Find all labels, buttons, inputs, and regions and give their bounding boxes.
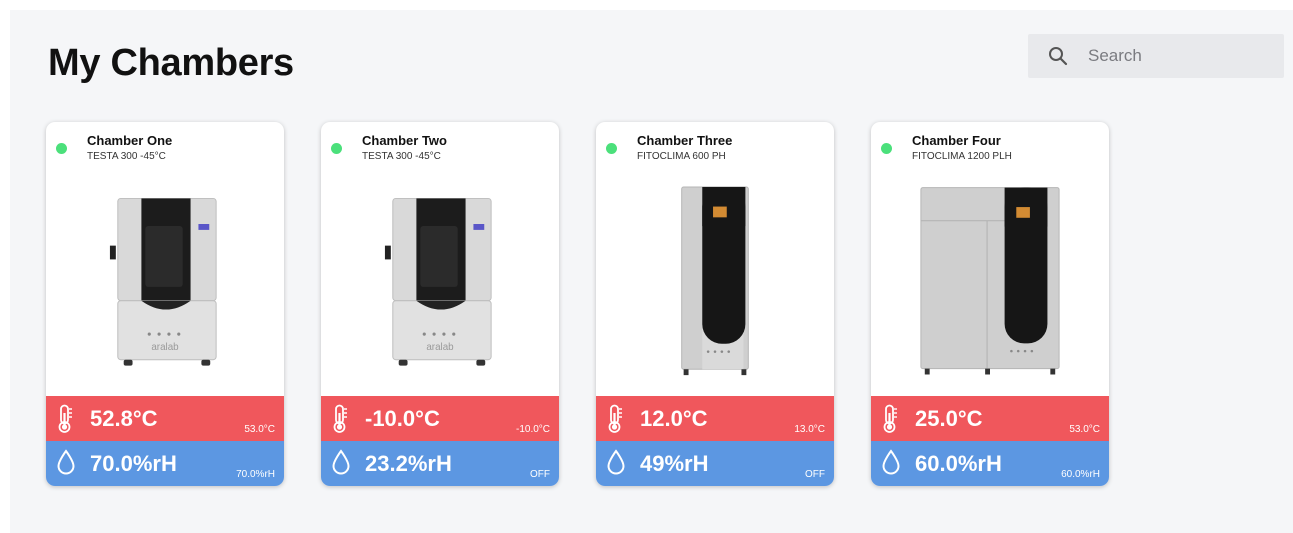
- page-title: My Chambers: [48, 42, 294, 84]
- humidity-band: 60.0%rH 60.0%rH: [871, 441, 1109, 486]
- chamber-model: TESTA 300 -45°C: [362, 151, 441, 162]
- chamber-model: FITOCLIMA 600 PH: [637, 151, 726, 162]
- humidity-setpoint: OFF: [530, 469, 550, 480]
- humidity-value: 70.0%rH: [90, 451, 177, 476]
- thermometer-icon: [56, 404, 74, 434]
- chamber-card[interactable]: Chamber One TESTA 300 -45°C 52.8°C 53.0°…: [46, 122, 284, 486]
- temperature-value: 25.0°C: [915, 406, 983, 431]
- chamber-model: TESTA 300 -45°C: [87, 151, 166, 162]
- humidity-band: 70.0%rH 70.0%rH: [46, 441, 284, 486]
- chamber-name: Chamber Four: [912, 133, 1001, 148]
- temperature-band: 52.8°C 53.0°C: [46, 396, 284, 441]
- temperature-setpoint: 53.0°C: [1069, 424, 1100, 435]
- search-icon: [1049, 47, 1068, 66]
- status-indicator: [606, 143, 617, 154]
- search-input[interactable]: [1086, 45, 1260, 67]
- dashboard-panel: My Chambers Chamber One TESTA 300 -45°C …: [10, 10, 1293, 533]
- chamber-card[interactable]: Chamber Three FITOCLIMA 600 PH 12.0°C 13…: [596, 122, 834, 486]
- chamber-image: [871, 170, 1109, 396]
- chamber-image: [321, 170, 559, 396]
- droplet-icon: [881, 449, 901, 475]
- chamber-name: Chamber Three: [637, 133, 733, 148]
- chamber-name: Chamber One: [87, 133, 173, 148]
- chamber-name: Chamber Two: [362, 133, 447, 148]
- chamber-card[interactable]: Chamber Two TESTA 300 -45°C -10.0°C -10.…: [321, 122, 559, 486]
- humidity-setpoint: 60.0%rH: [1061, 469, 1100, 480]
- humidity-band: 23.2%rH OFF: [321, 441, 559, 486]
- thermometer-icon: [606, 404, 624, 434]
- status-indicator: [881, 143, 892, 154]
- temperature-band: 12.0°C 13.0°C: [596, 396, 834, 441]
- temperature-value: -10.0°C: [365, 406, 440, 431]
- humidity-setpoint: OFF: [805, 469, 825, 480]
- temperature-value: 12.0°C: [640, 406, 708, 431]
- thermometer-icon: [331, 404, 349, 434]
- chamber-card[interactable]: Chamber Four FITOCLIMA 1200 PLH 25.0°C 5…: [871, 122, 1109, 486]
- humidity-value: 49%rH: [640, 451, 709, 476]
- temperature-setpoint: -10.0°C: [515, 424, 550, 435]
- humidity-setpoint: 70.0%rH: [236, 469, 275, 480]
- humidity-band: 49%rH OFF: [596, 441, 834, 486]
- temperature-setpoint: 53.0°C: [244, 424, 275, 435]
- chamber-image: [596, 170, 834, 396]
- chamber-image: [46, 170, 284, 396]
- droplet-icon: [331, 449, 351, 475]
- thermometer-icon: [881, 404, 899, 434]
- temperature-setpoint: 13.0°C: [794, 424, 825, 435]
- search-bar[interactable]: [1028, 34, 1284, 78]
- status-indicator: [56, 143, 67, 154]
- droplet-icon: [606, 449, 626, 475]
- chamber-model: FITOCLIMA 1200 PLH: [912, 151, 1012, 162]
- temperature-band: 25.0°C 53.0°C: [871, 396, 1109, 441]
- droplet-icon: [56, 449, 76, 475]
- humidity-value: 23.2%rH: [365, 451, 452, 476]
- humidity-value: 60.0%rH: [915, 451, 1002, 476]
- temperature-value: 52.8°C: [90, 406, 158, 431]
- status-indicator: [331, 143, 342, 154]
- temperature-band: -10.0°C -10.0°C: [321, 396, 559, 441]
